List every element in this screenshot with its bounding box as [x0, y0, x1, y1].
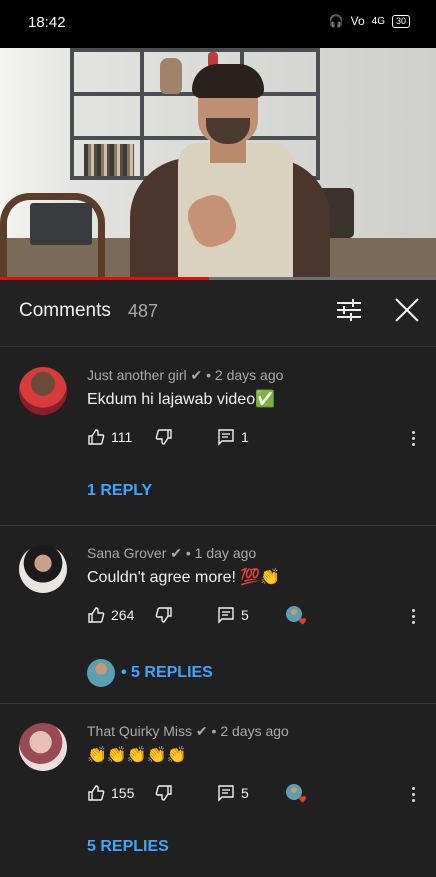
verified-check-icon: ✔	[170, 545, 182, 561]
reply-comment-icon	[218, 785, 234, 802]
more-options-button[interactable]	[410, 609, 416, 627]
volte-icon: Vo	[350, 14, 365, 28]
like-count: 155	[111, 785, 135, 801]
network-label: 4G	[371, 15, 385, 27]
comment-thread: Sana Grover ✔ • 1 day ago Couldn't agree…	[0, 526, 436, 703]
dislike-button[interactable]	[155, 606, 173, 624]
close-comments-button[interactable]	[392, 295, 422, 325]
creator-heart-icon	[285, 783, 307, 805]
comment-author[interactable]: Just another girl	[87, 367, 187, 383]
hundred-clap-emoji: 💯👏	[240, 569, 281, 586]
thumbs-up-icon	[88, 785, 105, 801]
like-button[interactable]: 111	[87, 428, 132, 446]
comment-actions: 111 1	[87, 428, 427, 450]
creator-reply-avatar	[87, 659, 115, 687]
comment-time: • 1 day ago	[185, 545, 257, 561]
thumbs-down-icon	[155, 785, 172, 801]
view-replies-link[interactable]: 1 REPLY	[87, 482, 152, 500]
verified-check-icon: ✔	[195, 723, 208, 739]
like-count: 264	[111, 607, 135, 623]
reply-count: 5	[241, 785, 249, 801]
status-bar: 18:42 🎧 Vo 4G 30	[0, 0, 436, 48]
more-options-button[interactable]	[410, 431, 416, 449]
thumbs-up-icon	[88, 429, 105, 445]
like-count: 111	[111, 429, 133, 445]
dislike-button[interactable]	[155, 784, 173, 802]
video-player[interactable]	[0, 48, 436, 278]
comment-actions: 264 5	[87, 606, 427, 628]
comment-time: • 2 days ago	[211, 723, 289, 739]
comment-meta: That Quirky Miss ✔ • 2 days ago	[87, 723, 289, 740]
verified-check-icon: ✔	[190, 367, 203, 383]
sliders-icon	[337, 299, 361, 321]
comment-text: 👏👏👏👏👏	[87, 745, 187, 765]
comments-count: 487	[128, 301, 159, 321]
battery-icon: 30	[391, 14, 410, 28]
thumbs-down-icon	[155, 607, 172, 623]
thumbs-up-icon	[88, 607, 105, 623]
dislike-button[interactable]	[155, 428, 173, 446]
comment-author[interactable]: Sana Grover	[87, 545, 166, 561]
reply-button[interactable]: 5	[217, 606, 249, 624]
avatar[interactable]	[19, 545, 67, 593]
reply-comment-icon	[218, 607, 234, 624]
headphones-icon: 🎧	[328, 14, 344, 28]
reply-button[interactable]: 5	[217, 784, 249, 802]
comments-title: Comments	[19, 300, 111, 321]
thumbs-down-icon	[155, 429, 172, 445]
reply-count: 5	[241, 607, 249, 623]
check-mark-emoji: ✅	[255, 391, 276, 408]
comment-time: • 2 days ago	[206, 367, 284, 383]
clapping-hands-emoji: 👏👏👏👏👏	[87, 747, 187, 764]
comment-meta: Sana Grover ✔ • 1 day ago	[87, 545, 256, 562]
avatar[interactable]	[19, 723, 67, 771]
creator-heart-icon	[285, 605, 307, 627]
comment-author[interactable]: That Quirky Miss	[87, 723, 192, 739]
status-icons: 🎧 Vo 4G 30	[329, 14, 410, 28]
comment-thread: Just another girl ✔ • 2 days ago Ekdum h…	[0, 347, 436, 525]
comments-header: Comments 487	[0, 280, 436, 347]
avatar[interactable]	[19, 367, 67, 415]
sort-comments-button[interactable]	[334, 295, 364, 325]
comment-text: Ekdum hi lajawab video✅	[87, 391, 276, 408]
comment-meta: Just another girl ✔ • 2 days ago	[87, 367, 283, 384]
view-replies-link[interactable]: • 5 REPLIES	[121, 664, 213, 682]
reply-button[interactable]: 1	[217, 428, 249, 446]
more-options-button[interactable]	[410, 787, 416, 805]
reply-count: 1	[241, 429, 249, 445]
view-replies-link[interactable]: 5 REPLIES	[87, 838, 169, 856]
reply-comment-icon	[218, 429, 234, 446]
comment-actions: 155 5	[87, 784, 427, 806]
comment-text: Couldn't agree more! 💯👏	[87, 569, 281, 586]
status-time: 18:42	[28, 14, 66, 31]
close-icon	[395, 298, 419, 322]
like-button[interactable]: 155	[87, 784, 134, 802]
comment-thread: That Quirky Miss ✔ • 2 days ago 👏👏👏👏👏 15…	[0, 704, 436, 877]
like-button[interactable]: 264	[87, 606, 134, 624]
